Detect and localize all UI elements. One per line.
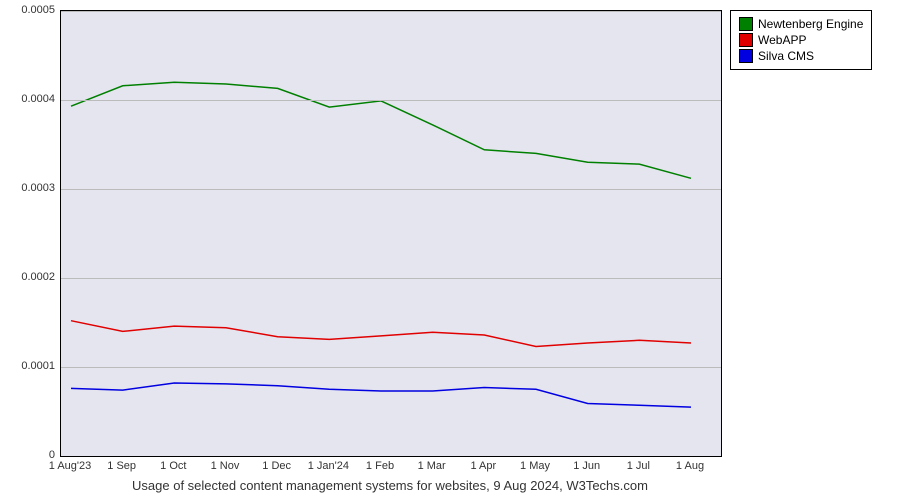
grid-line	[61, 278, 721, 279]
x-tick-label: 1 Jul	[627, 460, 650, 472]
legend-swatch	[739, 33, 753, 47]
x-tick-label: 1 Dec	[262, 460, 291, 472]
y-tick-label: 0	[5, 449, 55, 461]
chart-caption: Usage of selected content management sys…	[0, 478, 780, 493]
legend-item: Silva CMS	[739, 49, 863, 63]
grid-line	[61, 189, 721, 190]
legend-swatch	[739, 17, 753, 31]
x-tick-label: 1 Feb	[366, 460, 394, 472]
series-line	[71, 383, 691, 407]
series-line	[71, 321, 691, 347]
legend-item: WebAPP	[739, 33, 863, 47]
y-tick-label: 0.0005	[5, 4, 55, 16]
plot-area	[60, 10, 722, 457]
x-tick-label: 1 Nov	[211, 460, 240, 472]
legend-item: Newtenberg Engine	[739, 17, 863, 31]
series-line	[71, 82, 691, 178]
grid-line	[61, 100, 721, 101]
legend-label: Newtenberg Engine	[758, 17, 863, 31]
legend: Newtenberg Engine WebAPP Silva CMS	[730, 10, 872, 70]
x-tick-label: 1 Mar	[418, 460, 446, 472]
chart-container: Newtenberg Engine WebAPP Silva CMS Usage o…	[0, 0, 900, 500]
legend-swatch	[739, 49, 753, 63]
x-tick-label: 1 May	[520, 460, 550, 472]
y-tick-label: 0.0001	[5, 360, 55, 372]
x-tick-label: 1 Sep	[107, 460, 136, 472]
x-tick-label: 1 Jan'24	[308, 460, 349, 472]
legend-label: Silva CMS	[758, 49, 814, 63]
x-tick-label: 1 Jun	[573, 460, 600, 472]
chart-lines-svg	[61, 11, 721, 456]
y-tick-label: 0.0003	[5, 182, 55, 194]
grid-line	[61, 11, 721, 12]
y-tick-label: 0.0004	[5, 93, 55, 105]
y-tick-label: 0.0002	[5, 271, 55, 283]
grid-line	[61, 367, 721, 368]
x-tick-label: 1 Aug	[676, 460, 704, 472]
x-tick-label: 1 Aug'23	[49, 460, 91, 472]
legend-label: WebAPP	[758, 33, 806, 47]
x-tick-label: 1 Apr	[470, 460, 496, 472]
x-tick-label: 1 Oct	[160, 460, 186, 472]
